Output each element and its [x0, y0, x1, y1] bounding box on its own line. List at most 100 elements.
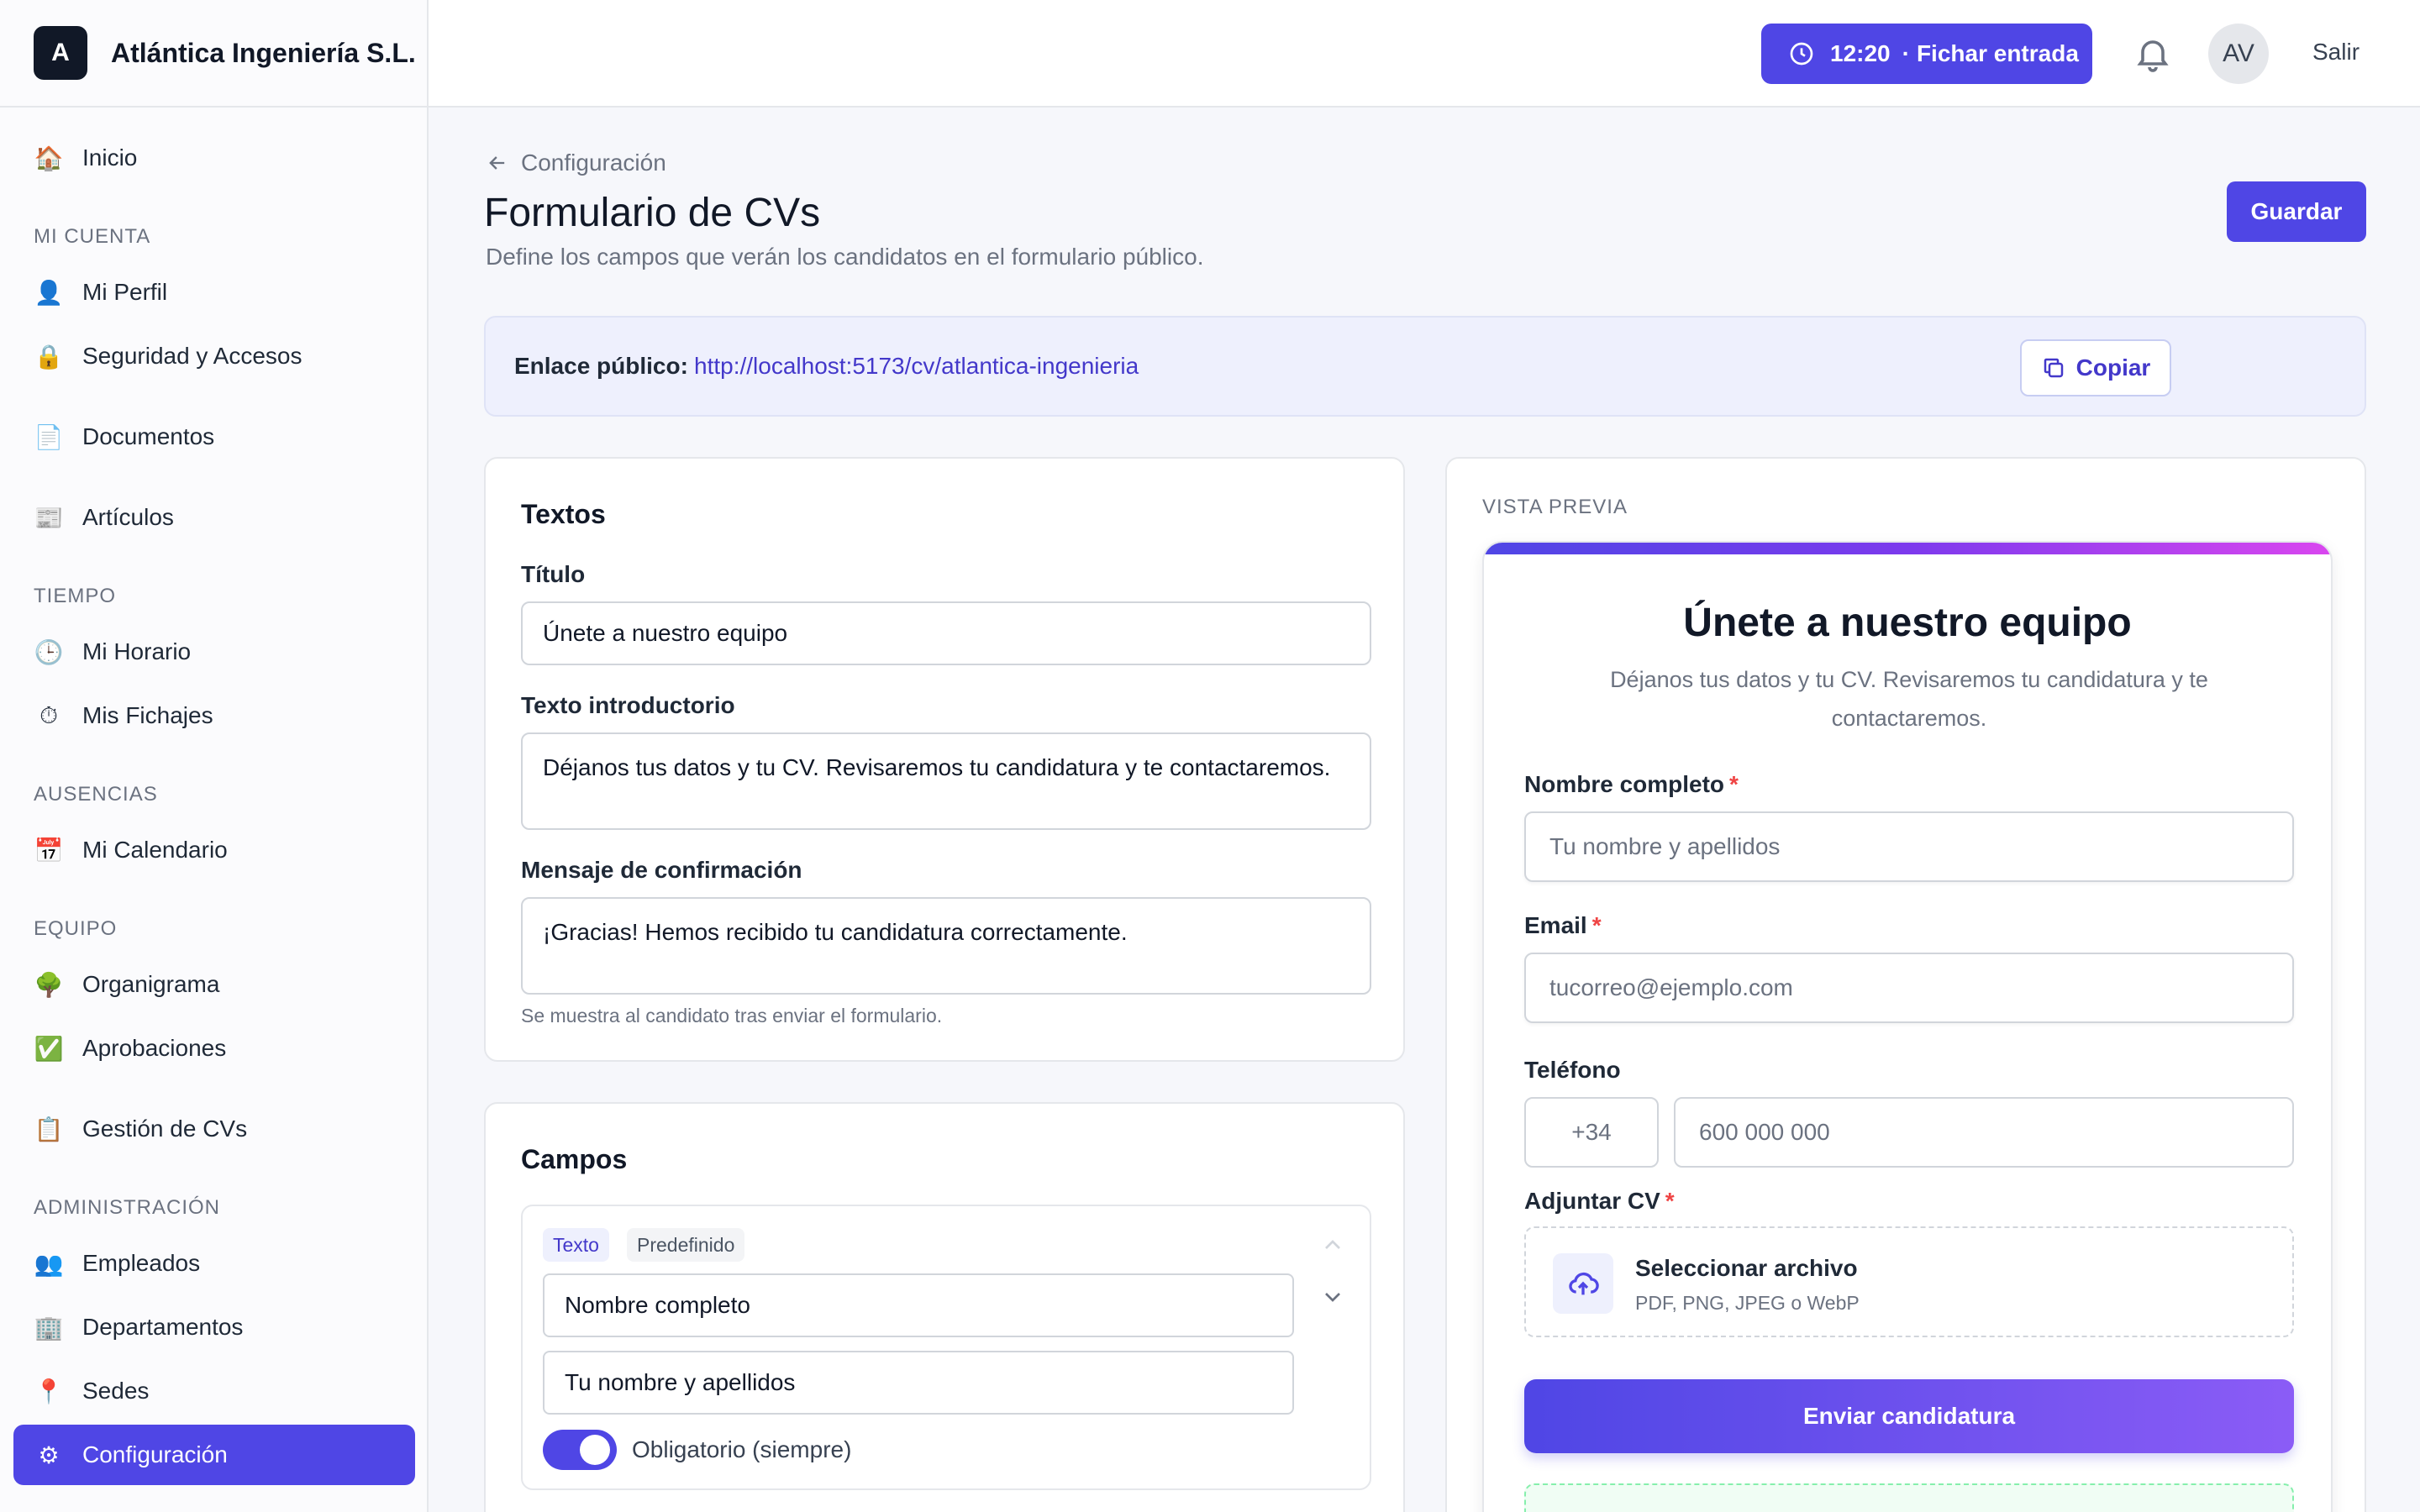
topbar: 12:20 · Fichar entrada AV Salir — [429, 0, 2420, 108]
sidebar: A Atlántica Ingeniería S.L. 🏠 Inicio MI … — [0, 0, 429, 1512]
sidebar-item-profile[interactable]: 👤 Mi Perfil — [13, 262, 415, 323]
sidebar-item-security[interactable]: 🔒 Seguridad y Accesos — [13, 326, 415, 386]
person-icon: 👤 — [34, 279, 64, 306]
checkbox-icon: ✅ — [34, 1035, 64, 1062]
upload-formats: PDF, PNG, JPEG o WebP — [1635, 1292, 1860, 1314]
bell-icon[interactable] — [2133, 34, 2173, 74]
required-toggle[interactable] — [543, 1430, 617, 1470]
label-text: Teléfono — [1524, 1057, 1621, 1083]
sidebar-item-calendar[interactable]: 📅 Mi Calendario — [13, 820, 415, 880]
texts-card-title: Textos — [521, 499, 606, 529]
sidebar-item-orgchart[interactable]: 🌳 Organigrama — [13, 954, 415, 1015]
page-description: Define los campos que verán los candidat… — [486, 244, 1204, 270]
sidebar-item-schedule[interactable]: 🕒 Mi Horario — [13, 622, 415, 682]
sidebar-item-label: Empleados — [82, 1250, 201, 1276]
company-logo: A — [34, 26, 87, 80]
preview-name-label: Nombre completo * — [1524, 771, 1739, 798]
preview-email-input[interactable]: tucorreo@ejemplo.com — [1524, 953, 2294, 1023]
sidebar-item-label: Configuración — [82, 1441, 228, 1467]
document-icon: 📄 — [34, 423, 64, 450]
title-field-label: Título — [521, 561, 586, 587]
sidebar-item-label: Organigrama — [82, 971, 220, 997]
sidebar-item-label: Aprobaciones — [82, 1035, 227, 1061]
confirm-field-label: Mensaje de confirmación — [521, 857, 802, 883]
arrow-left-icon — [489, 156, 505, 170]
sidebar-item-departments[interactable]: 🏢 Departamentos — [13, 1297, 415, 1357]
chevron-down-icon[interactable] — [1319, 1284, 1346, 1310]
confirm-hint: Se muestra al candidato tras enviar el f… — [521, 1005, 943, 1026]
preview-cv-label: Adjuntar CV * — [1524, 1188, 1675, 1215]
required-toggle-label: Obligatorio (siempre) — [632, 1436, 852, 1462]
required-mark: * — [1729, 771, 1739, 797]
sidebar-item-label: Mi Calendario — [82, 837, 228, 863]
company-name: Atlántica Ingeniería S.L. — [111, 37, 416, 68]
clock-icon — [1790, 42, 1813, 66]
brand[interactable]: A Atlántica Ingeniería S.L. — [0, 0, 427, 108]
app-root: A Atlántica Ingeniería S.L. 🏠 Inicio MI … — [0, 0, 2420, 1512]
sidebar-item-articles[interactable]: 📰 Artículos — [13, 487, 415, 548]
phone-number-input[interactable]: 600 000 000 — [1674, 1097, 2294, 1168]
sidebar-item-settings[interactable]: ⚙ Configuración — [13, 1425, 415, 1485]
title-input[interactable]: Únete a nuestro equipo — [521, 601, 1371, 665]
clock-time: 12:20 — [1830, 40, 1891, 66]
preview-title: Únete a nuestro equipo — [1683, 601, 2132, 645]
copy-button[interactable]: Copiar — [2020, 339, 2171, 396]
separator-dot: · — [1902, 40, 1910, 66]
field-placeholder-input[interactable]: Tu nombre y apellidos — [543, 1351, 1294, 1415]
sidebar-item-label: Inicio — [82, 144, 138, 171]
sidebar-item-label: Mi Horario — [82, 638, 192, 664]
people-icon: 👥 — [34, 1250, 64, 1277]
confirm-textarea[interactable]: ¡Gracias! Hemos recibido tu candidatura … — [521, 897, 1371, 995]
public-link-label: Enlace público: — [514, 353, 688, 379]
intro-textarea[interactable]: Déjanos tus datos y tu CV. Revisaremos t… — [521, 732, 1371, 830]
sidebar-item-sites[interactable]: 📍 Sedes — [13, 1361, 415, 1421]
label-text: Nombre completo — [1524, 771, 1725, 797]
preview-name-input[interactable]: Tu nombre y apellidos — [1524, 811, 2294, 882]
fields-card-title: Campos — [521, 1144, 628, 1174]
predefined-badge: Predefinido — [627, 1228, 745, 1262]
sidebar-item-label: Mis Fichajes — [82, 702, 213, 728]
sidebar-item-employees[interactable]: 👥 Empleados — [13, 1233, 415, 1294]
newspaper-icon: 📰 — [34, 504, 64, 531]
preview-intro: Déjanos tus datos y tu CV. Revisaremos t… — [1610, 667, 2208, 731]
preview-email-label: Email * — [1524, 912, 1602, 939]
phone-prefix-input[interactable]: +34 — [1524, 1097, 1659, 1168]
preview-card: VISTA PREVIA Únete a nuestro equipo Déja… — [1445, 457, 2366, 1512]
save-button[interactable]: Guardar — [2227, 181, 2366, 242]
page-title: Formulario de CVs — [484, 191, 821, 235]
sidebar-item-label: Documentos — [82, 423, 215, 449]
copy-label: Copiar — [2075, 354, 2151, 381]
gear-icon: ⚙ — [38, 1441, 60, 1468]
section-label-admin: ADMINISTRACIÓN — [34, 1196, 221, 1219]
success-message-box — [1524, 1483, 2294, 1512]
house-icon: 🏠 — [34, 144, 64, 171]
sidebar-item-approvals[interactable]: ✅ Aprobaciones — [13, 1018, 415, 1079]
toggle-knob — [580, 1435, 610, 1465]
avatar[interactable]: AV — [2208, 24, 2269, 84]
upload-cloud-icon — [1553, 1253, 1613, 1314]
calendar-icon: 📅 — [34, 837, 64, 864]
intro-field-label: Texto introductorio — [521, 692, 735, 718]
sidebar-item-home[interactable]: 🏠 Inicio — [13, 128, 415, 188]
field-label-input[interactable]: Nombre completo — [543, 1273, 1294, 1337]
clock-in-button[interactable]: 12:20 · Fichar entrada — [1761, 24, 2092, 84]
chevron-up-icon[interactable] — [1319, 1231, 1346, 1258]
building-icon: 🏢 — [34, 1314, 64, 1341]
sidebar-item-cv-management[interactable]: 📋 Gestión de CVs — [13, 1099, 415, 1159]
breadcrumb[interactable]: Configuración — [486, 150, 666, 176]
file-upload-dropzone[interactable]: Seleccionar archivo PDF, PNG, JPEG o Web… — [1524, 1226, 2294, 1337]
clock-icon: 🕒 — [34, 638, 64, 665]
sidebar-item-documents[interactable]: 📄 Documentos — [13, 407, 415, 467]
logout-button[interactable]: Salir — [2312, 39, 2360, 66]
sidebar-item-clockings[interactable]: ⏱ Mis Fichajes — [13, 685, 415, 746]
required-mark: * — [1591, 912, 1602, 938]
submit-application-button[interactable]: Enviar candidatura — [1524, 1379, 2294, 1453]
tree-icon: 🌳 — [34, 971, 64, 998]
pin-icon: 📍 — [34, 1378, 64, 1404]
preview-section-label: VISTA PREVIA — [1482, 496, 1628, 518]
sidebar-item-label: Departamentos — [82, 1314, 244, 1340]
required-mark: * — [1665, 1188, 1675, 1214]
public-link-url[interactable]: http://localhost:5173/cv/atlantica-ingen… — [694, 353, 1139, 380]
preview-phone-label: Teléfono — [1524, 1057, 1621, 1084]
sidebar-item-label: Artículos — [82, 504, 174, 530]
